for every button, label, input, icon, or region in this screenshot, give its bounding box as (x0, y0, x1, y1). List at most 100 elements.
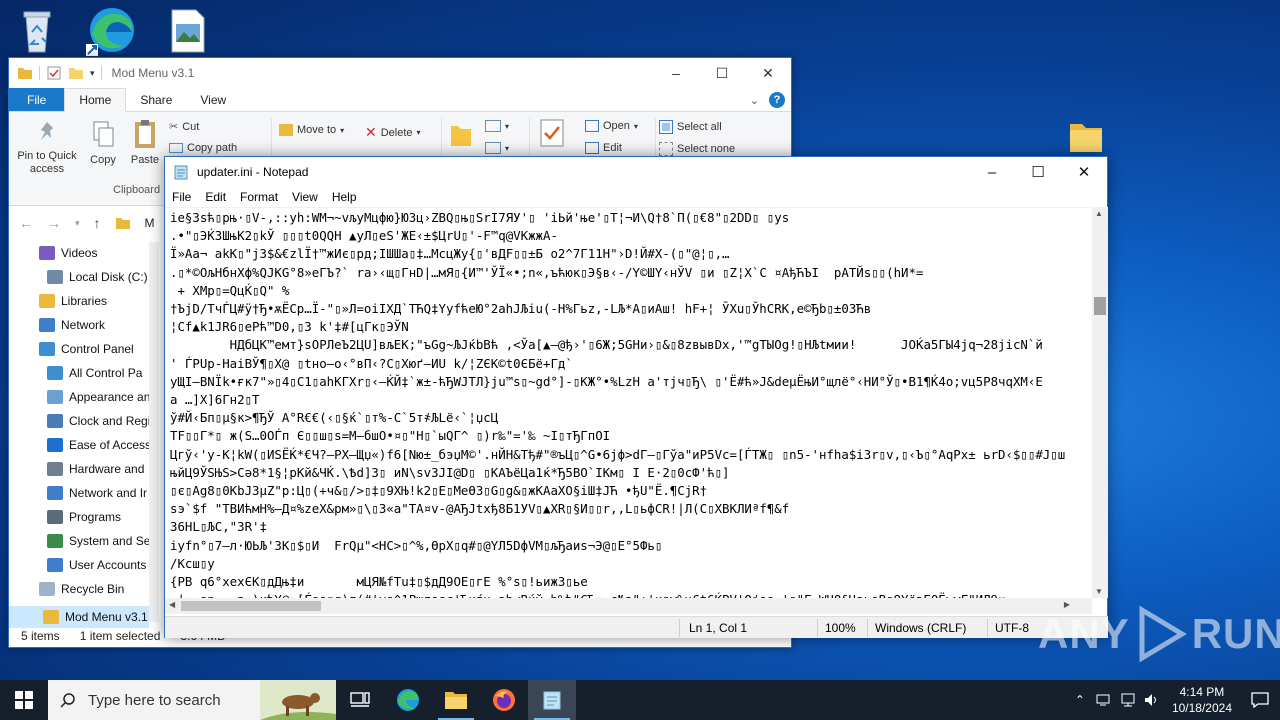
appearance-icon (47, 390, 63, 404)
menu-edit[interactable]: Edit (198, 190, 233, 204)
notification-center-button[interactable] (1240, 680, 1280, 720)
scroll-down-icon[interactable]: ▼ (1095, 587, 1103, 596)
image-file-desktop-icon[interactable] (168, 8, 208, 54)
tab-file[interactable]: File (9, 88, 65, 111)
notepad-titlebar[interactable]: updater.ini - Notepad – ☐ ✕ (165, 157, 1107, 187)
tab-view[interactable]: View (186, 88, 240, 111)
nav-item[interactable]: Hardware and (47, 462, 144, 476)
properties-button[interactable] (537, 118, 567, 152)
chevron-up-icon[interactable]: ⌃ (1068, 680, 1092, 720)
tab-share[interactable]: Share (126, 88, 186, 111)
pin-icon (41, 122, 53, 140)
firefox-taskbar-button[interactable] (480, 680, 528, 720)
forward-arrow-icon[interactable]: → (47, 215, 61, 231)
edge-taskbar-button[interactable] (384, 680, 432, 720)
chevron-down-icon[interactable]: ⌄ (750, 94, 759, 107)
paste-button[interactable]: Paste (127, 118, 163, 167)
nav-item[interactable]: Libraries (39, 294, 107, 308)
start-button[interactable] (0, 680, 48, 720)
file-explorer-taskbar-button[interactable] (432, 680, 480, 720)
text-line: 36HL▯ЉC,"ЗR'‡ (170, 519, 267, 535)
new-item-icon (485, 120, 501, 132)
horizontal-scrollbar[interactable]: ◀ ▶ (165, 598, 1092, 614)
nav-item[interactable]: Local Disk (C:) (47, 270, 148, 284)
notepad-taskbar-button[interactable] (528, 680, 576, 720)
new-folder-icon[interactable] (68, 66, 84, 80)
text-editor-area[interactable]: ie§3sћ▯рњ·▯V-,::yh:WM¬~vљyMцфю}Ю3ц›ZBQ▯њ… (165, 207, 1090, 598)
tab-home[interactable]: Home (64, 88, 127, 112)
edge-desktop-icon[interactable] (84, 4, 140, 56)
minimize-button[interactable]: – (969, 157, 1015, 187)
help-icon[interactable]: ? (769, 92, 785, 108)
vertical-scroll-thumb[interactable] (1094, 297, 1106, 315)
folder-desktop-icon[interactable] (1066, 116, 1106, 156)
properties-icon[interactable] (46, 66, 62, 80)
chevron-down-icon[interactable]: ▾ (75, 218, 80, 229)
quick-access-toolbar: ▾ (17, 66, 102, 80)
nav-item[interactable]: Ease of Access (47, 438, 151, 452)
task-view-button[interactable] (336, 680, 384, 720)
explorer-titlebar[interactable]: ▾ Mod Menu v3.1 – ☐ ✕ (9, 58, 791, 88)
cut-button[interactable]: ✂ Cut (169, 120, 199, 134)
nav-scrollbar[interactable] (149, 242, 159, 622)
nav-item[interactable]: Videos (39, 246, 97, 260)
nav-item[interactable]: User Accounts (47, 558, 146, 572)
vertical-scrollbar[interactable]: ▲ ▼ (1092, 207, 1108, 598)
nav-item[interactable]: Control Panel (39, 342, 134, 356)
line-ending: Windows (CRLF) (875, 621, 967, 635)
new-folder-button[interactable] (447, 122, 475, 152)
edit-button[interactable]: Edit (585, 142, 622, 154)
select-all-button[interactable]: Select all (659, 120, 722, 134)
maximize-button[interactable]: ☐ (1015, 157, 1061, 187)
search-placeholder: Type here to search (88, 691, 221, 709)
minimize-button[interactable]: – (653, 58, 699, 88)
maximize-button[interactable]: ☐ (699, 58, 745, 88)
nav-item[interactable]: Network (39, 318, 105, 332)
ethernet-icon[interactable] (1116, 680, 1140, 720)
firefox-icon (493, 689, 515, 711)
nav-item[interactable]: All Control Pa (47, 366, 142, 380)
task-view-icon (350, 692, 370, 707)
address-breadcrumb[interactable]: M (145, 216, 155, 230)
notepad-window[interactable]: updater.ini - Notepad – ☐ ✕ File Edit Fo… (164, 156, 1108, 638)
menu-help[interactable]: Help (325, 190, 364, 204)
network-status-icon[interactable] (1092, 680, 1116, 720)
volume-icon[interactable] (1140, 680, 1164, 720)
menu-view[interactable]: View (285, 190, 325, 204)
close-button[interactable]: ✕ (745, 58, 791, 88)
up-arrow-icon[interactable]: ↑ (94, 215, 101, 231)
close-button[interactable]: ✕ (1061, 157, 1107, 187)
text-line: њйЦ9ЎЅЊS>Сә8*1§¦рКй&ЧЌ.\Ѣd]3▯ иN\sv3JI@D… (170, 464, 730, 480)
open-button[interactable]: Open ▾ (585, 120, 638, 132)
scroll-left-icon[interactable]: ◀ (169, 600, 175, 609)
menu-format[interactable]: Format (233, 190, 285, 204)
nav-item[interactable]: Recycle Bin (39, 582, 124, 596)
delete-button[interactable]: ✕ Delete ▾ (365, 124, 421, 141)
menu-file[interactable]: File (165, 190, 198, 204)
back-arrow-icon[interactable]: ← (19, 215, 33, 231)
horizontal-scroll-thumb[interactable] (181, 601, 321, 611)
taskbar-search-box[interactable]: Type here to search (48, 680, 336, 720)
nav-item[interactable]: System and Se (47, 534, 150, 548)
pin-quick-access-button[interactable]: Pin to Quick access (15, 120, 79, 176)
nav-item[interactable]: Appearance an (47, 390, 150, 404)
easy-access-button[interactable]: ▾ (485, 142, 509, 154)
move-to-button[interactable]: Move to ▾ (279, 124, 344, 136)
new-item-button[interactable]: ▾ (485, 120, 509, 132)
copy-button[interactable]: Copy (85, 120, 121, 167)
nav-item[interactable]: Clock and Regi (47, 414, 150, 428)
select-none-button[interactable]: Select none (659, 142, 735, 156)
qa-dropdown-icon[interactable]: ▾ (90, 68, 95, 79)
recycle-bin-desktop-icon[interactable] (12, 8, 62, 54)
nav-item[interactable]: Programs (47, 510, 121, 524)
scroll-up-icon[interactable]: ▲ (1095, 209, 1103, 218)
nav-item[interactable]: Network and Ir (47, 486, 147, 500)
recycle-bin-icon (39, 582, 55, 596)
select-none-label: Select none (677, 143, 736, 155)
selected-count: 1 item selected (79, 629, 161, 643)
text-line: TF▯▯Г*▯ ж(S…0ОЃп Є▯▯ш▯s=М—бшО•¤▯"Н▯`ыQΓ^… (170, 428, 611, 444)
folder-icon (43, 610, 59, 624)
ribbon-tabs: File Home Share View ⌄ ? (9, 88, 791, 112)
copy-path-button[interactable]: Copy path (169, 142, 237, 154)
taskbar-clock[interactable]: 4:14 PM 10/18/2024 (1164, 684, 1240, 716)
